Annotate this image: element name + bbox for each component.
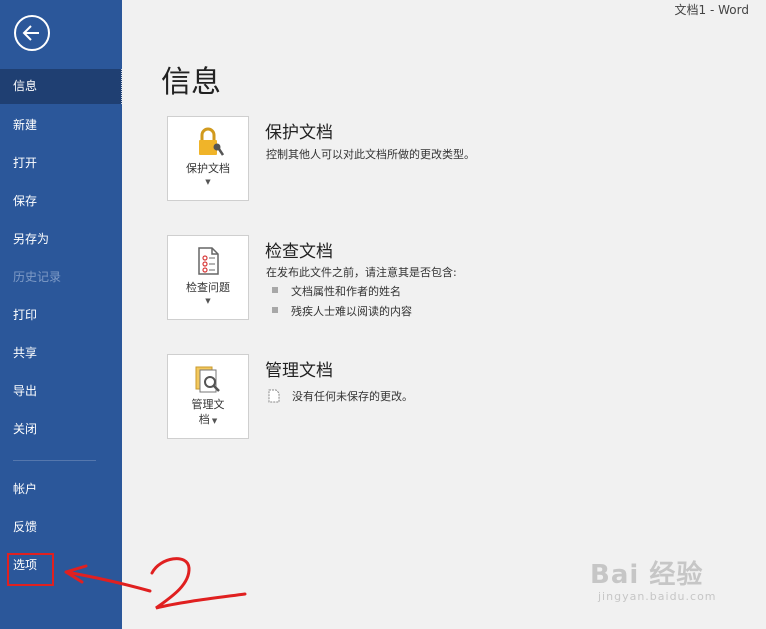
page-title: 信息 bbox=[161, 65, 221, 100]
nav-history: 历史记录 bbox=[13, 270, 62, 284]
nav-open[interactable]: 打开 bbox=[0, 146, 122, 181]
check-issues-label: 检查问题 bbox=[186, 281, 230, 294]
annotation-number-2-stroke bbox=[150, 557, 247, 610]
nav-save[interactable]: 保存 bbox=[0, 184, 122, 219]
watermark-main-text: Bai 经验 bbox=[590, 560, 704, 590]
inspect-bullet-1: 文档属性和作者的姓名 bbox=[291, 285, 401, 298]
nav-new[interactable]: 新建 bbox=[0, 108, 122, 143]
back-button[interactable] bbox=[14, 15, 50, 51]
window-title: 文档1 - Word bbox=[674, 3, 749, 17]
document-search-icon bbox=[195, 366, 220, 393]
protect-document-label: 保护文档 bbox=[186, 162, 230, 175]
bullet-icon bbox=[272, 307, 278, 313]
protect-document-button[interactable]: 保护文档 ▼ bbox=[167, 116, 249, 201]
baidu-jingyan-watermark: Bai 经验 jingyan.baidu.com bbox=[590, 548, 760, 608]
back-arrow-icon bbox=[22, 25, 39, 41]
manage-document-button[interactable]: 管理文 档 ▼ bbox=[167, 354, 249, 439]
nav-share[interactable]: 共享 bbox=[0, 336, 122, 371]
nav-account[interactable]: 帐户 bbox=[0, 472, 122, 507]
inspect-document-description: 在发布此文件之前，请注意其是否包含: bbox=[266, 266, 457, 279]
bullet-icon bbox=[272, 287, 278, 293]
dropdown-caret-icon: ▼ bbox=[205, 178, 211, 186]
inspect-bullet-2: 残疾人士难以阅读的内容 bbox=[291, 305, 412, 318]
nav-info[interactable]: 信息 bbox=[0, 69, 122, 104]
nav-close[interactable]: 关闭 bbox=[0, 412, 122, 447]
nav-print[interactable]: 打印 bbox=[0, 298, 122, 333]
lock-key-icon bbox=[199, 127, 224, 156]
check-issues-button[interactable]: 检查问题 ▼ bbox=[167, 235, 249, 320]
watermark-sub-text: jingyan.baidu.com bbox=[598, 590, 717, 603]
protect-document-description: 控制其他人可以对此文档所做的更改类型。 bbox=[266, 148, 475, 161]
manage-document-title: 管理文档 bbox=[265, 361, 333, 381]
dropdown-caret-icon: ▼ bbox=[205, 297, 211, 305]
nav-feedback[interactable]: 反馈 bbox=[0, 510, 122, 545]
options-highlight-box bbox=[7, 553, 54, 586]
nav-export[interactable]: 导出 bbox=[0, 374, 122, 409]
protect-document-title: 保护文档 bbox=[265, 123, 333, 143]
manage-document-label-line-2: 档 ▼ bbox=[198, 413, 218, 426]
document-icon bbox=[268, 389, 280, 403]
nav-save-as[interactable]: 另存为 bbox=[0, 222, 122, 257]
manage-document-status: 没有任何未保存的更改。 bbox=[292, 390, 413, 403]
manage-document-label-line-1: 管理文 bbox=[191, 398, 225, 411]
nav-divider bbox=[13, 460, 96, 461]
backstage-sidebar: 信息 新建 打开 保存 另存为 历史记录 打印 共享 导出 关闭 帐户 反馈 选… bbox=[0, 0, 122, 629]
inspect-document-title: 检查文档 bbox=[265, 242, 333, 262]
checklist-document-icon bbox=[198, 247, 219, 275]
